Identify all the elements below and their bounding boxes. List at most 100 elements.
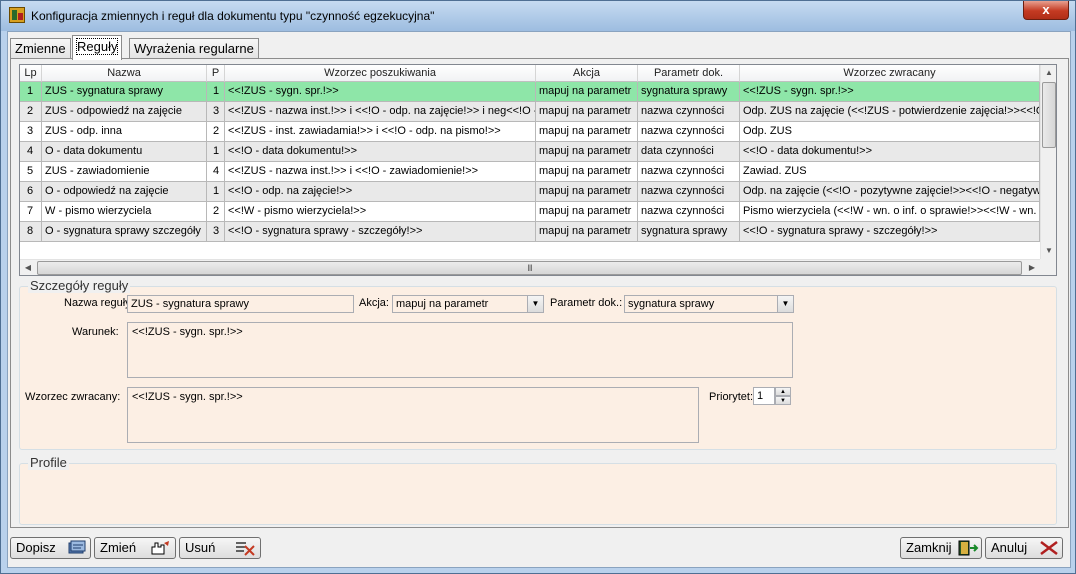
cell-parametr: nazwa czynności	[638, 182, 740, 202]
cell-nazwa: O - odpowiedź na zajęcie	[42, 182, 207, 202]
door-exit-icon	[958, 540, 979, 556]
title-bar[interactable]: Konfiguracja zmiennych i reguł dla dokum…	[1, 1, 1075, 31]
spin-up-icon[interactable]: ▲	[775, 387, 791, 396]
condition-textarea[interactable]: <<!ZUS - sygn. spr.!>>	[127, 322, 793, 378]
priority-spinner[interactable]: ▲ ▼	[775, 387, 791, 405]
cell-zwracany: <<!O - data dokumentu!>>	[740, 142, 1040, 162]
edit-hand-icon	[151, 541, 169, 555]
cell-nazwa: ZUS - odpowiedź na zajęcie	[42, 102, 207, 122]
window-close-button[interactable]: x	[1023, 1, 1069, 20]
cell-wzorzec: <<!O - sygnatura sprawy - szczegóły!>>	[225, 222, 536, 242]
column-header-parametr-dok[interactable]: Parametr dok.	[638, 65, 740, 82]
rule-name-field[interactable]: ZUS - sygnatura sprawy	[127, 295, 354, 313]
edit-button[interactable]: Zmień	[94, 537, 176, 559]
spin-down-icon[interactable]: ▼	[775, 396, 791, 405]
tab-label: Zmienne	[15, 41, 66, 56]
table-row[interactable]: 1 ZUS - sygnatura sprawy 1 <<!ZUS - sygn…	[20, 82, 1040, 102]
cell-wzorzec: <<!ZUS - nazwa inst.!>> i <<!O - zawiado…	[225, 162, 536, 182]
cell-lp: 1	[20, 82, 42, 102]
cell-akcja: mapuj na parametr	[536, 222, 638, 242]
close-button[interactable]: Zamknij	[900, 537, 982, 559]
column-header-p[interactable]: P	[207, 65, 225, 82]
config-window: Konfiguracja zmiennych i reguł dla dokum…	[0, 0, 1076, 574]
tab-label: Wyrażenia regularne	[134, 41, 254, 56]
scroll-left-arrow-icon[interactable]: ◀	[20, 260, 36, 275]
edit-button-label: Zmień	[100, 540, 137, 555]
param-combobox[interactable]: sygnatura sprawy ▼	[624, 295, 794, 313]
column-header-akcja[interactable]: Akcja	[536, 65, 638, 82]
cell-wzorzec: <<!O - odp. na zajęcie!>>	[225, 182, 536, 202]
action-value: mapuj na parametr	[396, 298, 489, 310]
grid-horizontal-scrollbar[interactable]: ◀ III ▶	[20, 259, 1040, 275]
column-header-wzorzec-poszukiwania[interactable]: Wzorzec poszukiwania	[225, 65, 536, 82]
cell-p: 2	[207, 202, 225, 222]
priority-label: Priorytet:	[709, 391, 754, 403]
cell-zwracany: Odp. ZUS	[740, 122, 1040, 142]
cell-p: 4	[207, 162, 225, 182]
table-row[interactable]: 3 ZUS - odp. inna 2 <<!ZUS - inst. zawia…	[20, 122, 1040, 142]
delete-record-icon	[236, 542, 255, 556]
cell-lp: 8	[20, 222, 42, 242]
app-icon	[9, 7, 25, 23]
add-record-icon	[68, 540, 86, 554]
scroll-right-arrow-icon[interactable]: ▶	[1024, 260, 1040, 275]
cell-nazwa: ZUS - sygnatura sprawy	[42, 82, 207, 102]
table-row[interactable]: 8 O - sygnatura sprawy szczegóły 3 <<!O …	[20, 222, 1040, 242]
cell-akcja: mapuj na parametr	[536, 202, 638, 222]
chevron-down-icon[interactable]: ▼	[777, 296, 793, 312]
scroll-down-arrow-icon[interactable]: ▼	[1041, 243, 1056, 259]
priority-input[interactable]: 1	[753, 387, 775, 405]
window-title: Konfiguracja zmiennych i reguł dla dokum…	[31, 9, 435, 23]
cell-wzorzec: <<!ZUS - nazwa inst.!>> i <<!O - odp. na…	[225, 102, 536, 122]
vertical-scroll-thumb[interactable]	[1042, 82, 1056, 148]
table-row[interactable]: 2 ZUS - odpowiedź na zajęcie 3 <<!ZUS - …	[20, 102, 1040, 122]
cell-nazwa: ZUS - odp. inna	[42, 122, 207, 142]
tab-wyrazenia-regularne[interactable]: Wyrażenia regularne	[129, 38, 259, 59]
rules-tab-panel: Lp Nazwa P Wzorzec poszukiwania Akcja Pa…	[10, 58, 1069, 528]
horizontal-scroll-thumb[interactable]: III	[37, 261, 1022, 275]
rule-name-label: Nazwa reguły:	[64, 297, 134, 309]
table-row[interactable]: 7 W - pismo wierzyciela 2 <<!W - pismo w…	[20, 202, 1040, 222]
table-row[interactable]: 5 ZUS - zawiadomienie 4 <<!ZUS - nazwa i…	[20, 162, 1040, 182]
column-header-lp[interactable]: Lp	[20, 65, 42, 82]
cancel-button[interactable]: Anuluj	[985, 537, 1063, 559]
return-pattern-label: Wzorzec zwracany:	[25, 391, 121, 403]
cell-akcja: mapuj na parametr	[536, 122, 638, 142]
profiles-title: Profile	[28, 455, 69, 470]
condition-label: Warunek:	[72, 326, 119, 338]
cell-lp: 4	[20, 142, 42, 162]
param-label: Parametr dok.:	[550, 297, 623, 309]
delete-button[interactable]: Usuń	[179, 537, 261, 559]
tab-reguly[interactable]: Reguły	[72, 35, 123, 60]
profiles-group: Profile	[19, 455, 1057, 525]
cell-wzorzec: <<!O - data dokumentu!>>	[225, 142, 536, 162]
add-button[interactable]: Dopisz	[10, 537, 91, 559]
rules-grid[interactable]: Lp Nazwa P Wzorzec poszukiwania Akcja Pa…	[19, 64, 1057, 276]
tab-zmienne[interactable]: Zmienne	[10, 38, 71, 59]
column-header-wzorzec-zwracany[interactable]: Wzorzec zwracany	[740, 65, 1040, 82]
action-combobox[interactable]: mapuj na parametr ▼	[392, 295, 544, 313]
cell-zwracany: Zawiad. ZUS	[740, 162, 1040, 182]
chevron-down-icon[interactable]: ▼	[527, 296, 543, 312]
delete-button-label: Usuń	[185, 540, 216, 555]
table-row[interactable]: 6 O - odpowiedź na zajęcie 1 <<!O - odp.…	[20, 182, 1040, 202]
cell-nazwa: O - sygnatura sprawy szczegóły	[42, 222, 207, 242]
cell-p: 3	[207, 102, 225, 122]
cancel-x-icon	[1040, 541, 1058, 555]
column-header-nazwa[interactable]: Nazwa	[42, 65, 207, 82]
cell-lp: 3	[20, 122, 42, 142]
cell-p: 1	[207, 82, 225, 102]
scrollbar-corner	[1040, 259, 1056, 275]
cell-wzorzec: <<!W - pismo wierzyciela!>>	[225, 202, 536, 222]
action-label: Akcja:	[359, 297, 389, 309]
cell-akcja: mapuj na parametr	[536, 142, 638, 162]
cell-p: 1	[207, 182, 225, 202]
grid-vertical-scrollbar[interactable]: ▲ ▼	[1040, 65, 1056, 259]
table-row[interactable]: 4 O - data dokumentu 1 <<!O - data dokum…	[20, 142, 1040, 162]
return-pattern-textarea[interactable]: <<!ZUS - sygn. spr.!>>	[127, 387, 699, 443]
cell-p: 1	[207, 142, 225, 162]
scroll-up-arrow-icon[interactable]: ▲	[1041, 65, 1056, 81]
cell-akcja: mapuj na parametr	[536, 162, 638, 182]
cell-parametr: nazwa czynności	[638, 102, 740, 122]
tab-label: Reguły	[75, 38, 119, 55]
